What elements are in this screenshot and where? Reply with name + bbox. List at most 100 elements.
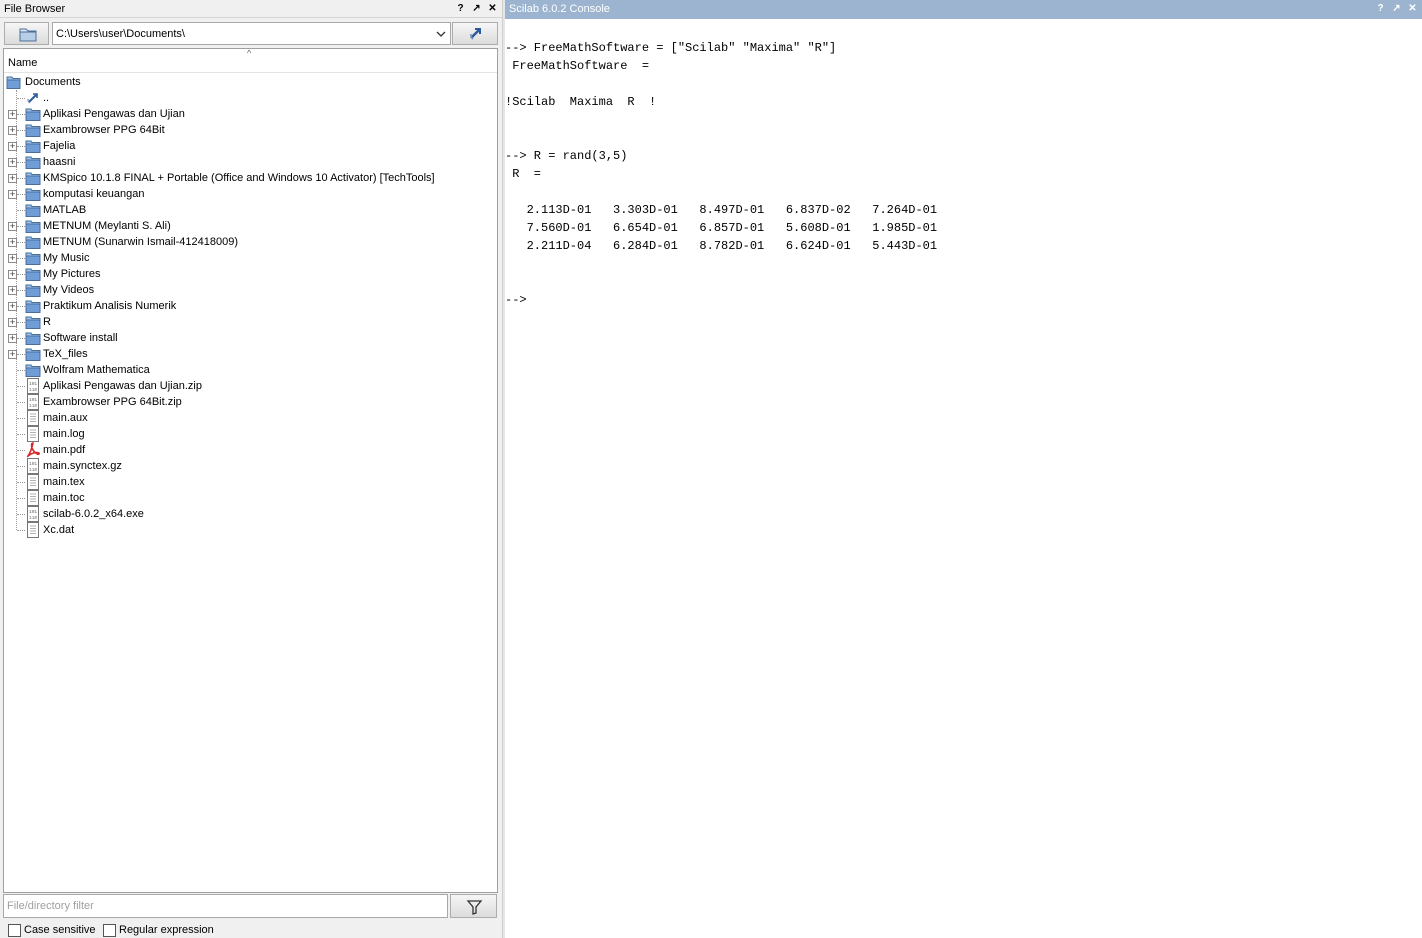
expand-icon[interactable]: + bbox=[8, 318, 17, 327]
case-sensitive-option[interactable]: Case sensitive bbox=[8, 923, 96, 937]
expand-icon[interactable]: + bbox=[8, 270, 17, 279]
close-icon[interactable]: ✕ bbox=[1407, 2, 1418, 15]
folder-icon bbox=[25, 204, 41, 217]
tree-row[interactable]: main.tex bbox=[4, 474, 494, 490]
folder-icon bbox=[25, 332, 41, 345]
tree-row[interactable]: + KMSpico 10.1.8 FINAL + Portable (Office… bbox=[4, 170, 494, 186]
close-icon[interactable]: ✕ bbox=[487, 2, 498, 15]
go-to-path-button[interactable] bbox=[452, 22, 498, 45]
tree-row[interactable]: 101 110 main.synctex.gz bbox=[4, 458, 494, 474]
tree-row-label: Exambrowser PPG 64Bit.zip bbox=[43, 396, 182, 408]
folder-icon bbox=[19, 28, 37, 42]
expand-icon[interactable]: + bbox=[8, 222, 17, 231]
tree-row[interactable]: + METNUM (Meylanti S. Ali) bbox=[4, 218, 494, 234]
tree-row[interactable]: + Fajelia bbox=[4, 138, 494, 154]
path-combobox[interactable]: C:\Users\user\Documents\ bbox=[52, 22, 451, 45]
browse-folder-button[interactable] bbox=[4, 22, 49, 45]
tree-guide-branch bbox=[17, 514, 25, 515]
tree-row[interactable]: Xc.dat bbox=[4, 522, 494, 538]
svg-text:101: 101 bbox=[29, 509, 37, 515]
tree-row-label: .. bbox=[43, 92, 50, 104]
console-output[interactable]: --> FreeMathSoftware = ["Scilab" "Maxima… bbox=[505, 39, 1422, 309]
folder-icon bbox=[25, 172, 41, 185]
tree-row[interactable]: Wolfram Mathematica bbox=[4, 362, 494, 378]
help-icon[interactable]: ? bbox=[1375, 2, 1386, 15]
tree-guide-branch bbox=[17, 386, 25, 387]
expand-icon[interactable]: + bbox=[8, 254, 17, 263]
expand-icon[interactable]: + bbox=[8, 238, 17, 247]
expand-icon[interactable]: + bbox=[8, 286, 17, 295]
tree-row-label: KMSpico 10.1.8 FINAL + Portable (Office … bbox=[43, 172, 435, 184]
tree-row[interactable]: + Aplikasi Pengawas dan Ujian bbox=[4, 106, 494, 122]
tree-row[interactable]: main.pdf bbox=[4, 442, 494, 458]
regular-expression-checkbox[interactable] bbox=[103, 923, 116, 937]
console-line: FreeMathSoftware = bbox=[505, 59, 650, 73]
file-browser-titlebar: File Browser ? ↗ ✕ bbox=[0, 0, 502, 18]
tree-row[interactable]: + Exambrowser PPG 64Bit bbox=[4, 122, 494, 138]
file-browser-title: File Browser bbox=[4, 3, 66, 15]
expand-icon[interactable]: + bbox=[8, 350, 17, 359]
help-icon[interactable]: ? bbox=[455, 2, 466, 15]
expand-icon[interactable]: + bbox=[8, 126, 17, 135]
folder-icon bbox=[25, 124, 41, 137]
chevron-down-icon[interactable] bbox=[435, 28, 447, 40]
refresh-icon bbox=[470, 28, 481, 40]
tree-row[interactable]: + My Pictures bbox=[4, 266, 494, 282]
tree-root-label: Documents bbox=[25, 76, 81, 88]
svg-text:101: 101 bbox=[29, 397, 37, 403]
tree-row-label: R bbox=[43, 316, 51, 328]
filter-button[interactable] bbox=[450, 894, 497, 918]
binary-file-icon: 101110 bbox=[27, 506, 39, 522]
expand-icon[interactable]: + bbox=[8, 190, 17, 199]
tree-row[interactable]: + Software install bbox=[4, 330, 494, 346]
text-file-icon bbox=[27, 426, 39, 442]
tree-guide-branch bbox=[17, 450, 25, 451]
tree-row[interactable]: 101 110 Exambrowser PPG 64Bit.zip bbox=[4, 394, 494, 410]
tree-row[interactable]: + My Music bbox=[4, 250, 494, 266]
svg-text:101: 101 bbox=[29, 381, 37, 387]
tree-root-documents[interactable]: Documents bbox=[5, 74, 81, 90]
tree-row-label: komputasi keuangan bbox=[43, 188, 145, 200]
tree-row[interactable]: main.aux bbox=[4, 410, 494, 426]
expand-icon[interactable]: + bbox=[8, 174, 17, 183]
tree-row-label: METNUM (Meylanti S. Ali) bbox=[43, 220, 171, 232]
tree-row[interactable]: + TeX_files bbox=[4, 346, 494, 362]
tree-row-label: main.synctex.gz bbox=[43, 460, 122, 472]
text-file-icon bbox=[27, 522, 39, 538]
case-sensitive-checkbox[interactable] bbox=[8, 923, 21, 937]
tree-row[interactable]: main.log bbox=[4, 426, 494, 442]
console-line: --> R = rand(3,5) bbox=[505, 149, 628, 163]
file-tree[interactable]: ^ Name Documents .. + Aplikasi Pengawas da… bbox=[3, 48, 498, 893]
undock-icon[interactable]: ↗ bbox=[471, 2, 482, 15]
binary-file-icon: 101110 bbox=[27, 378, 39, 394]
scilab-console-panel[interactable]: Scilab 6.0.2 Console ? ↗ ✕ --> FreeMathS… bbox=[505, 0, 1422, 938]
filter-field[interactable] bbox=[3, 894, 448, 918]
expand-icon[interactable]: + bbox=[8, 334, 17, 343]
tree-row[interactable]: 101 110 scilab-6.0.2_x64.exe bbox=[4, 506, 494, 522]
expand-icon[interactable]: + bbox=[8, 302, 17, 311]
expand-icon[interactable]: + bbox=[8, 142, 17, 151]
tree-row[interactable]: + METNUM (Sunarwin Ismail-412418009) bbox=[4, 234, 494, 250]
tree-row[interactable]: + haasni bbox=[4, 154, 494, 170]
tree-row[interactable]: + My Videos bbox=[4, 282, 494, 298]
column-header-name[interactable]: ^ Name bbox=[4, 49, 497, 73]
tree-row[interactable]: 101 110 Aplikasi Pengawas dan Ujian.zip bbox=[4, 378, 494, 394]
tree-guide-branch bbox=[17, 226, 25, 227]
regular-expression-option[interactable]: Regular expression bbox=[103, 923, 214, 937]
undock-icon[interactable]: ↗ bbox=[1391, 2, 1402, 15]
filter-input[interactable] bbox=[4, 895, 447, 917]
tree-row[interactable]: + komputasi keuangan bbox=[4, 186, 494, 202]
binary-file-icon: 101110 bbox=[27, 394, 39, 410]
tree-row[interactable]: MATLAB bbox=[4, 202, 494, 218]
tree-row-label: Wolfram Mathematica bbox=[43, 364, 150, 376]
tree-row[interactable]: main.toc bbox=[4, 490, 494, 506]
folder-icon bbox=[25, 252, 41, 265]
expand-icon[interactable]: + bbox=[8, 158, 17, 167]
tree-row[interactable]: .. bbox=[4, 90, 494, 106]
tree-guide-branch bbox=[17, 466, 25, 467]
svg-text:110: 110 bbox=[29, 403, 37, 409]
tree-row[interactable]: + Praktikum Analisis Numerik bbox=[4, 298, 494, 314]
expand-icon[interactable]: + bbox=[8, 110, 17, 119]
tree-row[interactable]: + R bbox=[4, 314, 494, 330]
